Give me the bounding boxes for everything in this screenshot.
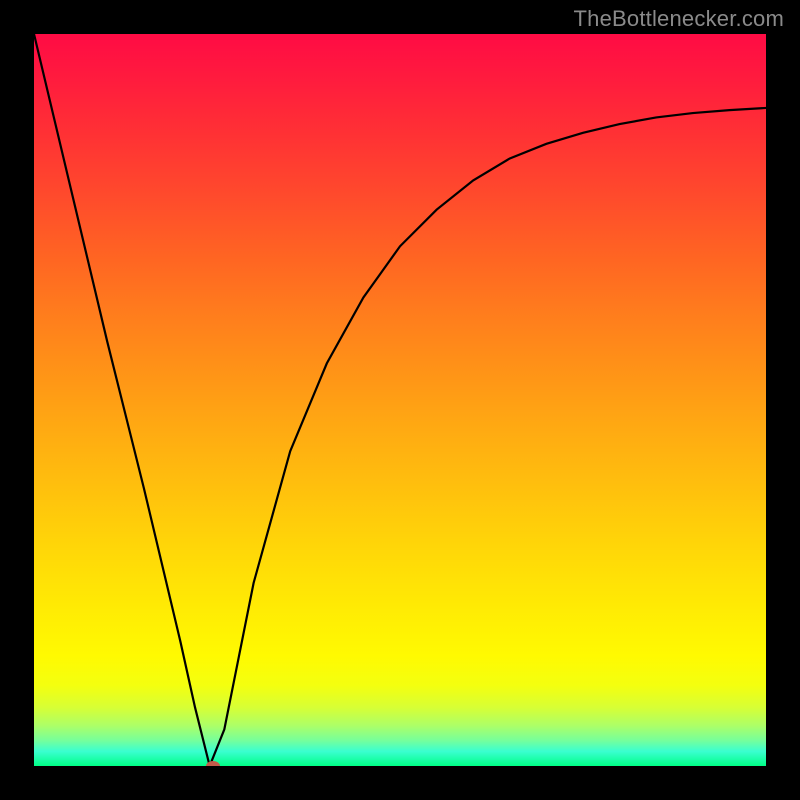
chart-curve-svg xyxy=(34,34,766,766)
chart-plot-area xyxy=(34,34,766,766)
bottleneck-curve-path xyxy=(34,34,766,766)
watermark-text: TheBottlenecker.com xyxy=(574,6,784,32)
chart-marker-dot xyxy=(206,761,220,766)
